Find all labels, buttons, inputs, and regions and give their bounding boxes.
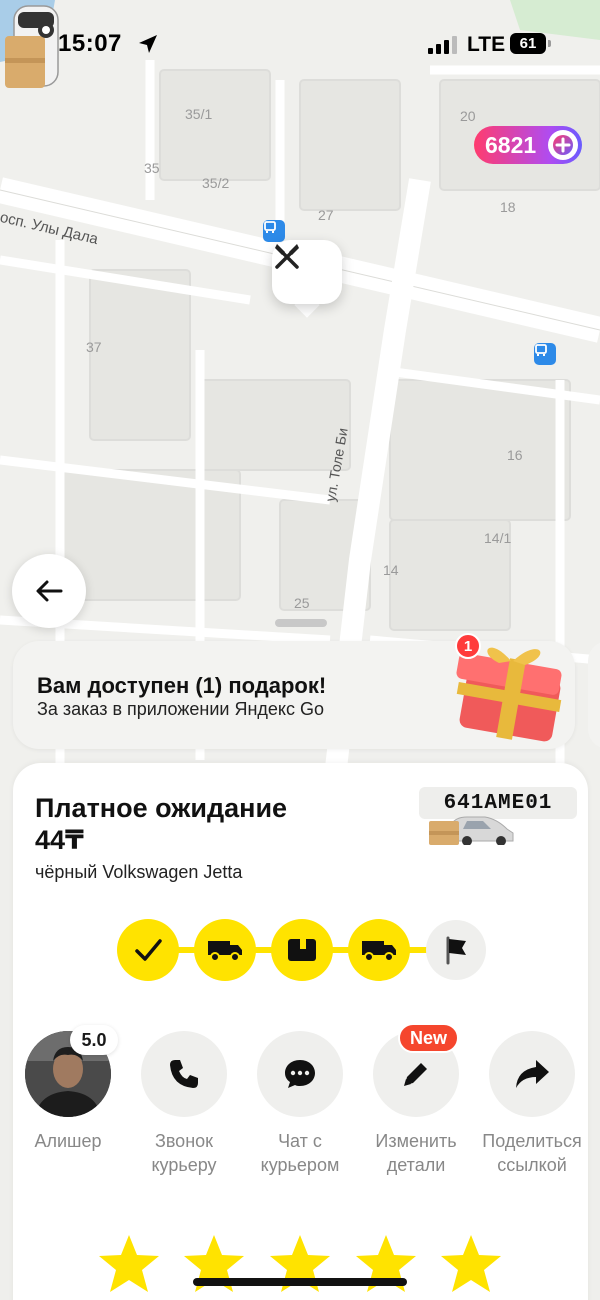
truck-icon: [362, 941, 396, 962]
house-number: 35: [144, 160, 160, 176]
house-number: 35/2: [202, 175, 230, 191]
gift-banner[interactable]: Вам доступен (1) подарок! За заказ в при…: [13, 633, 575, 749]
truck-icon: [208, 941, 242, 962]
edit-details-label: Изменить детали: [375, 1131, 457, 1175]
house-number: 35/1: [185, 106, 213, 122]
order-sheet: Платное ожидание 44₸ чёрный Volkswagen J…: [13, 763, 588, 1300]
new-badge: New: [398, 1023, 460, 1053]
gift-count-badge: 1: [455, 633, 481, 659]
pencil-icon: [404, 1063, 427, 1086]
house-number: 18: [500, 199, 516, 215]
order-price: 44₸: [35, 825, 84, 855]
status-bar: 15:07 LTE 61: [0, 0, 600, 90]
edit-details-button[interactable]: New Изменить детали: [356, 1023, 476, 1177]
house-number: 25: [294, 595, 310, 611]
house-number: 20: [460, 108, 476, 124]
progress-step-to-pickup: [194, 919, 256, 981]
courier-actions: 5.0 Алишер Звонок курьеру Чат с курьером…: [13, 1023, 588, 1181]
order-status-title: Платное ожидание: [35, 793, 288, 823]
courier-name: Алишер: [34, 1131, 102, 1151]
order-progress: [117, 919, 487, 981]
courier-pin[interactable]: [272, 240, 342, 304]
star-icon[interactable]: [97, 1233, 161, 1295]
rating-stars: [13, 1233, 588, 1300]
plus-icon: [548, 130, 578, 160]
plus-points-badge[interactable]: 6821: [474, 126, 582, 164]
call-courier-button[interactable]: Звонок курьеру: [124, 1031, 244, 1177]
car-thumbnail-icon: [429, 816, 514, 845]
house-number: 14/1: [484, 530, 512, 546]
call-courier-label: Звонок курьеру: [151, 1131, 217, 1175]
check-icon: [135, 939, 162, 961]
battery-icon: 61: [510, 33, 546, 54]
courier-rating: 5.0: [70, 1025, 118, 1055]
signal-icon: [428, 36, 457, 54]
share-arrow-icon: [516, 1060, 549, 1088]
progress-step-pickup: [271, 919, 333, 981]
courier-profile[interactable]: 5.0 Алишер: [8, 1025, 128, 1153]
plus-points: 6821: [485, 131, 537, 158]
arrow-left-icon: [36, 580, 63, 602]
house-number: 16: [507, 447, 523, 463]
tools-icon: [275, 244, 299, 269]
package-icon: [288, 939, 316, 961]
gift-banner-subtitle: За заказ в приложении Яндекс Go: [37, 699, 325, 719]
phone-icon: [170, 1060, 198, 1088]
chat-icon: [285, 1060, 315, 1088]
call-button-circle[interactable]: [141, 1031, 227, 1117]
home-indicator[interactable]: [193, 1278, 407, 1286]
next-banner-peek[interactable]: [588, 641, 600, 749]
share-link-button[interactable]: Поделиться ссылкой: [472, 1031, 592, 1177]
car-description: чёрный Volkswagen Jetta: [35, 862, 243, 882]
progress-step-delivered: [426, 920, 486, 980]
flag-icon: [446, 936, 466, 965]
share-link-label: Поделиться ссылкой: [482, 1131, 582, 1175]
chat-courier-button[interactable]: Чат с курьером: [240, 1031, 360, 1177]
gift-banner-title: Вам доступен (1) подарок!: [37, 673, 327, 698]
sheet-handle[interactable]: [275, 619, 327, 627]
bus-stop-icon[interactable]: [263, 220, 285, 242]
house-number: 14: [383, 562, 399, 578]
chat-button-circle[interactable]: [257, 1031, 343, 1117]
status-time: 15:07: [58, 30, 122, 57]
house-number: 37: [86, 339, 102, 355]
bus-stop-icon[interactable]: [534, 343, 556, 365]
star-icon[interactable]: [439, 1233, 503, 1295]
share-button-circle[interactable]: [489, 1031, 575, 1117]
progress-step-delivering: [348, 919, 410, 981]
chat-courier-label: Чат с курьером: [260, 1131, 340, 1175]
back-button[interactable]: [12, 554, 86, 628]
house-number: 27: [318, 207, 334, 223]
battery-tip: [548, 40, 551, 47]
battery-level: 61: [519, 35, 537, 52]
network-type: LTE: [467, 33, 506, 56]
location-arrow-icon: [139, 35, 157, 53]
progress-step-accepted: [117, 919, 179, 981]
